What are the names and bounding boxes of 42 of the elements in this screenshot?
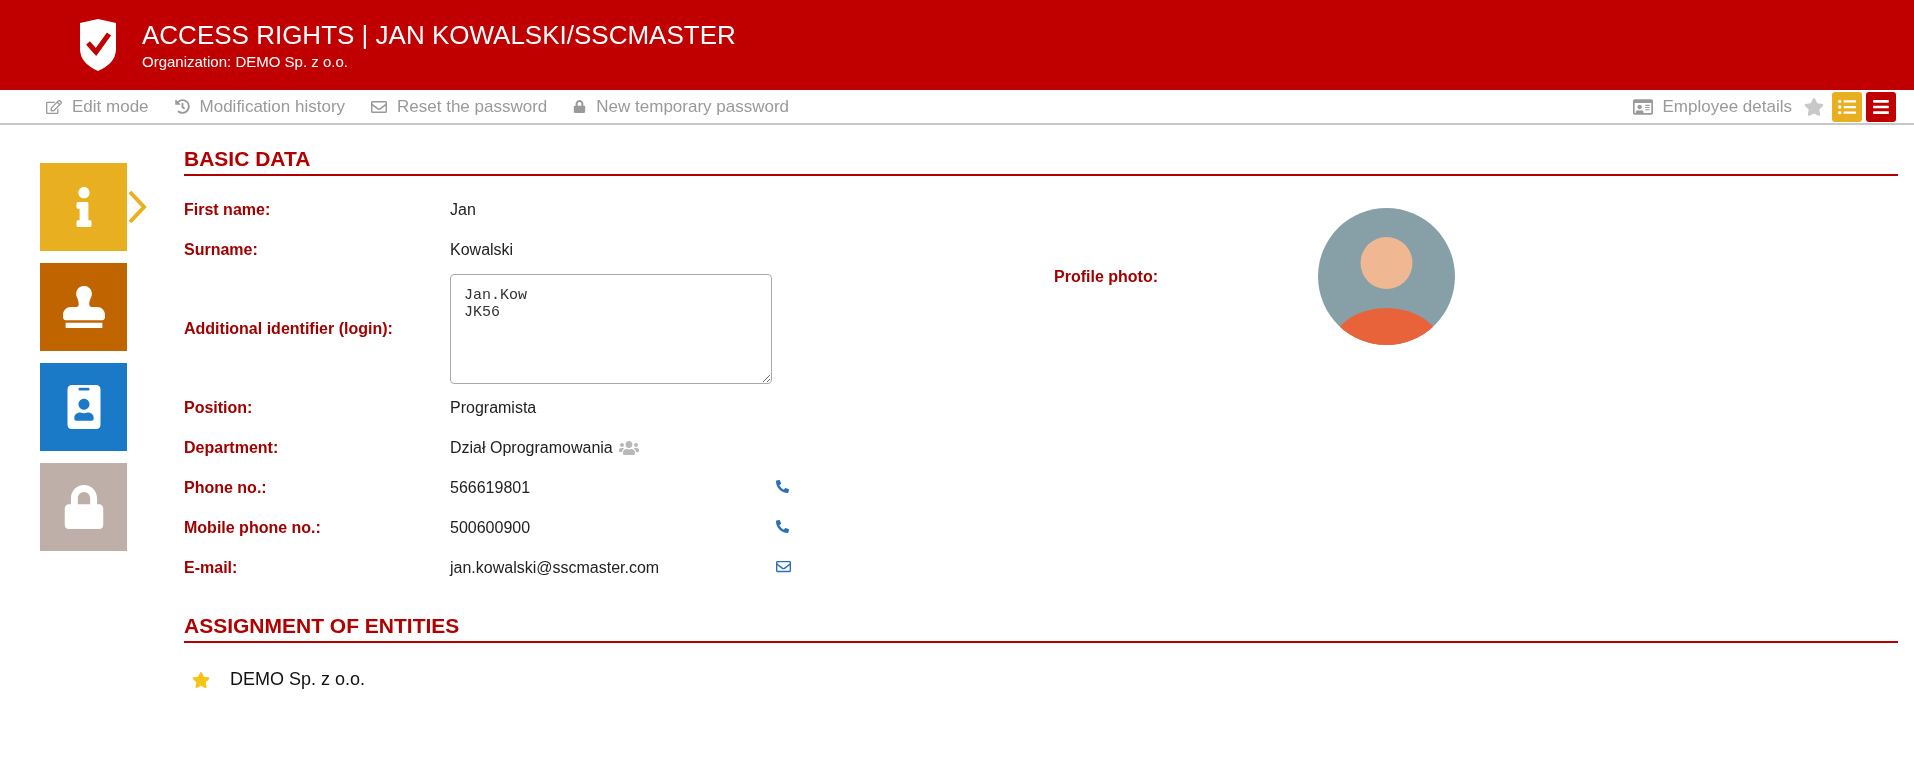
- field-value: Jan: [450, 201, 477, 219]
- envelope-icon[interactable]: [776, 558, 791, 574]
- toolbar-action[interactable]: Modification history: [174, 96, 346, 117]
- field-value: jan.kowalski@sscmaster.com: [450, 559, 661, 577]
- field-value: 566619801: [450, 479, 532, 497]
- field-label: Phone no.:: [184, 479, 268, 497]
- field-label: Mobile phone no.:: [184, 519, 322, 537]
- toolbar-action[interactable]: New temporary password: [573, 96, 790, 117]
- lock-icon: [573, 100, 587, 113]
- field-value: Dział Oprogramowania: [450, 439, 613, 457]
- field-label: Profile photo:: [1054, 267, 1158, 286]
- field-label: Department:: [184, 439, 280, 457]
- field-value: Kowalski: [450, 241, 515, 259]
- toolbar-action[interactable]: Reset the password: [371, 96, 548, 117]
- stamp-icon: [62, 286, 105, 328]
- list-icon: [1838, 97, 1856, 116]
- id-card-icon: [1632, 96, 1653, 117]
- edit-icon: [46, 98, 62, 115]
- page-title: ACCESS RIGHTS | JAN KOWALSKI/SSCMASTER: [142, 20, 736, 51]
- employee-details-link[interactable]: Employee details: [1632, 96, 1792, 117]
- shield-check-icon: [78, 19, 118, 71]
- toolbar-action[interactable]: Edit mode: [46, 96, 149, 117]
- section-heading: BASIC DATA: [184, 147, 1898, 176]
- phone-icon[interactable]: [776, 520, 789, 533]
- field-label: Position:: [184, 399, 254, 417]
- field-value: 500600900: [450, 519, 532, 537]
- organization-label: Organization: DEMO Sp. z o.o.: [142, 53, 349, 70]
- section-heading: ASSIGNMENT OF ENTITIES: [184, 614, 1898, 643]
- favorite-star-icon[interactable]: [1804, 96, 1824, 117]
- menu-button[interactable]: [1866, 91, 1896, 122]
- login-textarea[interactable]: Jan.Kow JK56: [450, 274, 772, 384]
- envelope-icon: [371, 98, 388, 115]
- phone-icon[interactable]: [776, 480, 789, 493]
- entity-name: DEMO Sp. z o.o.: [230, 669, 366, 690]
- field-value: Programista: [450, 399, 538, 417]
- chevron-right-icon: [127, 190, 147, 224]
- field-label: Surname:: [184, 241, 259, 259]
- history-icon: [174, 99, 190, 114]
- field-label: First name:: [184, 201, 272, 219]
- field-label: E-mail:: [184, 559, 239, 577]
- menu-icon: [1872, 97, 1890, 116]
- field-label: Additional identifier (login):: [184, 320, 394, 338]
